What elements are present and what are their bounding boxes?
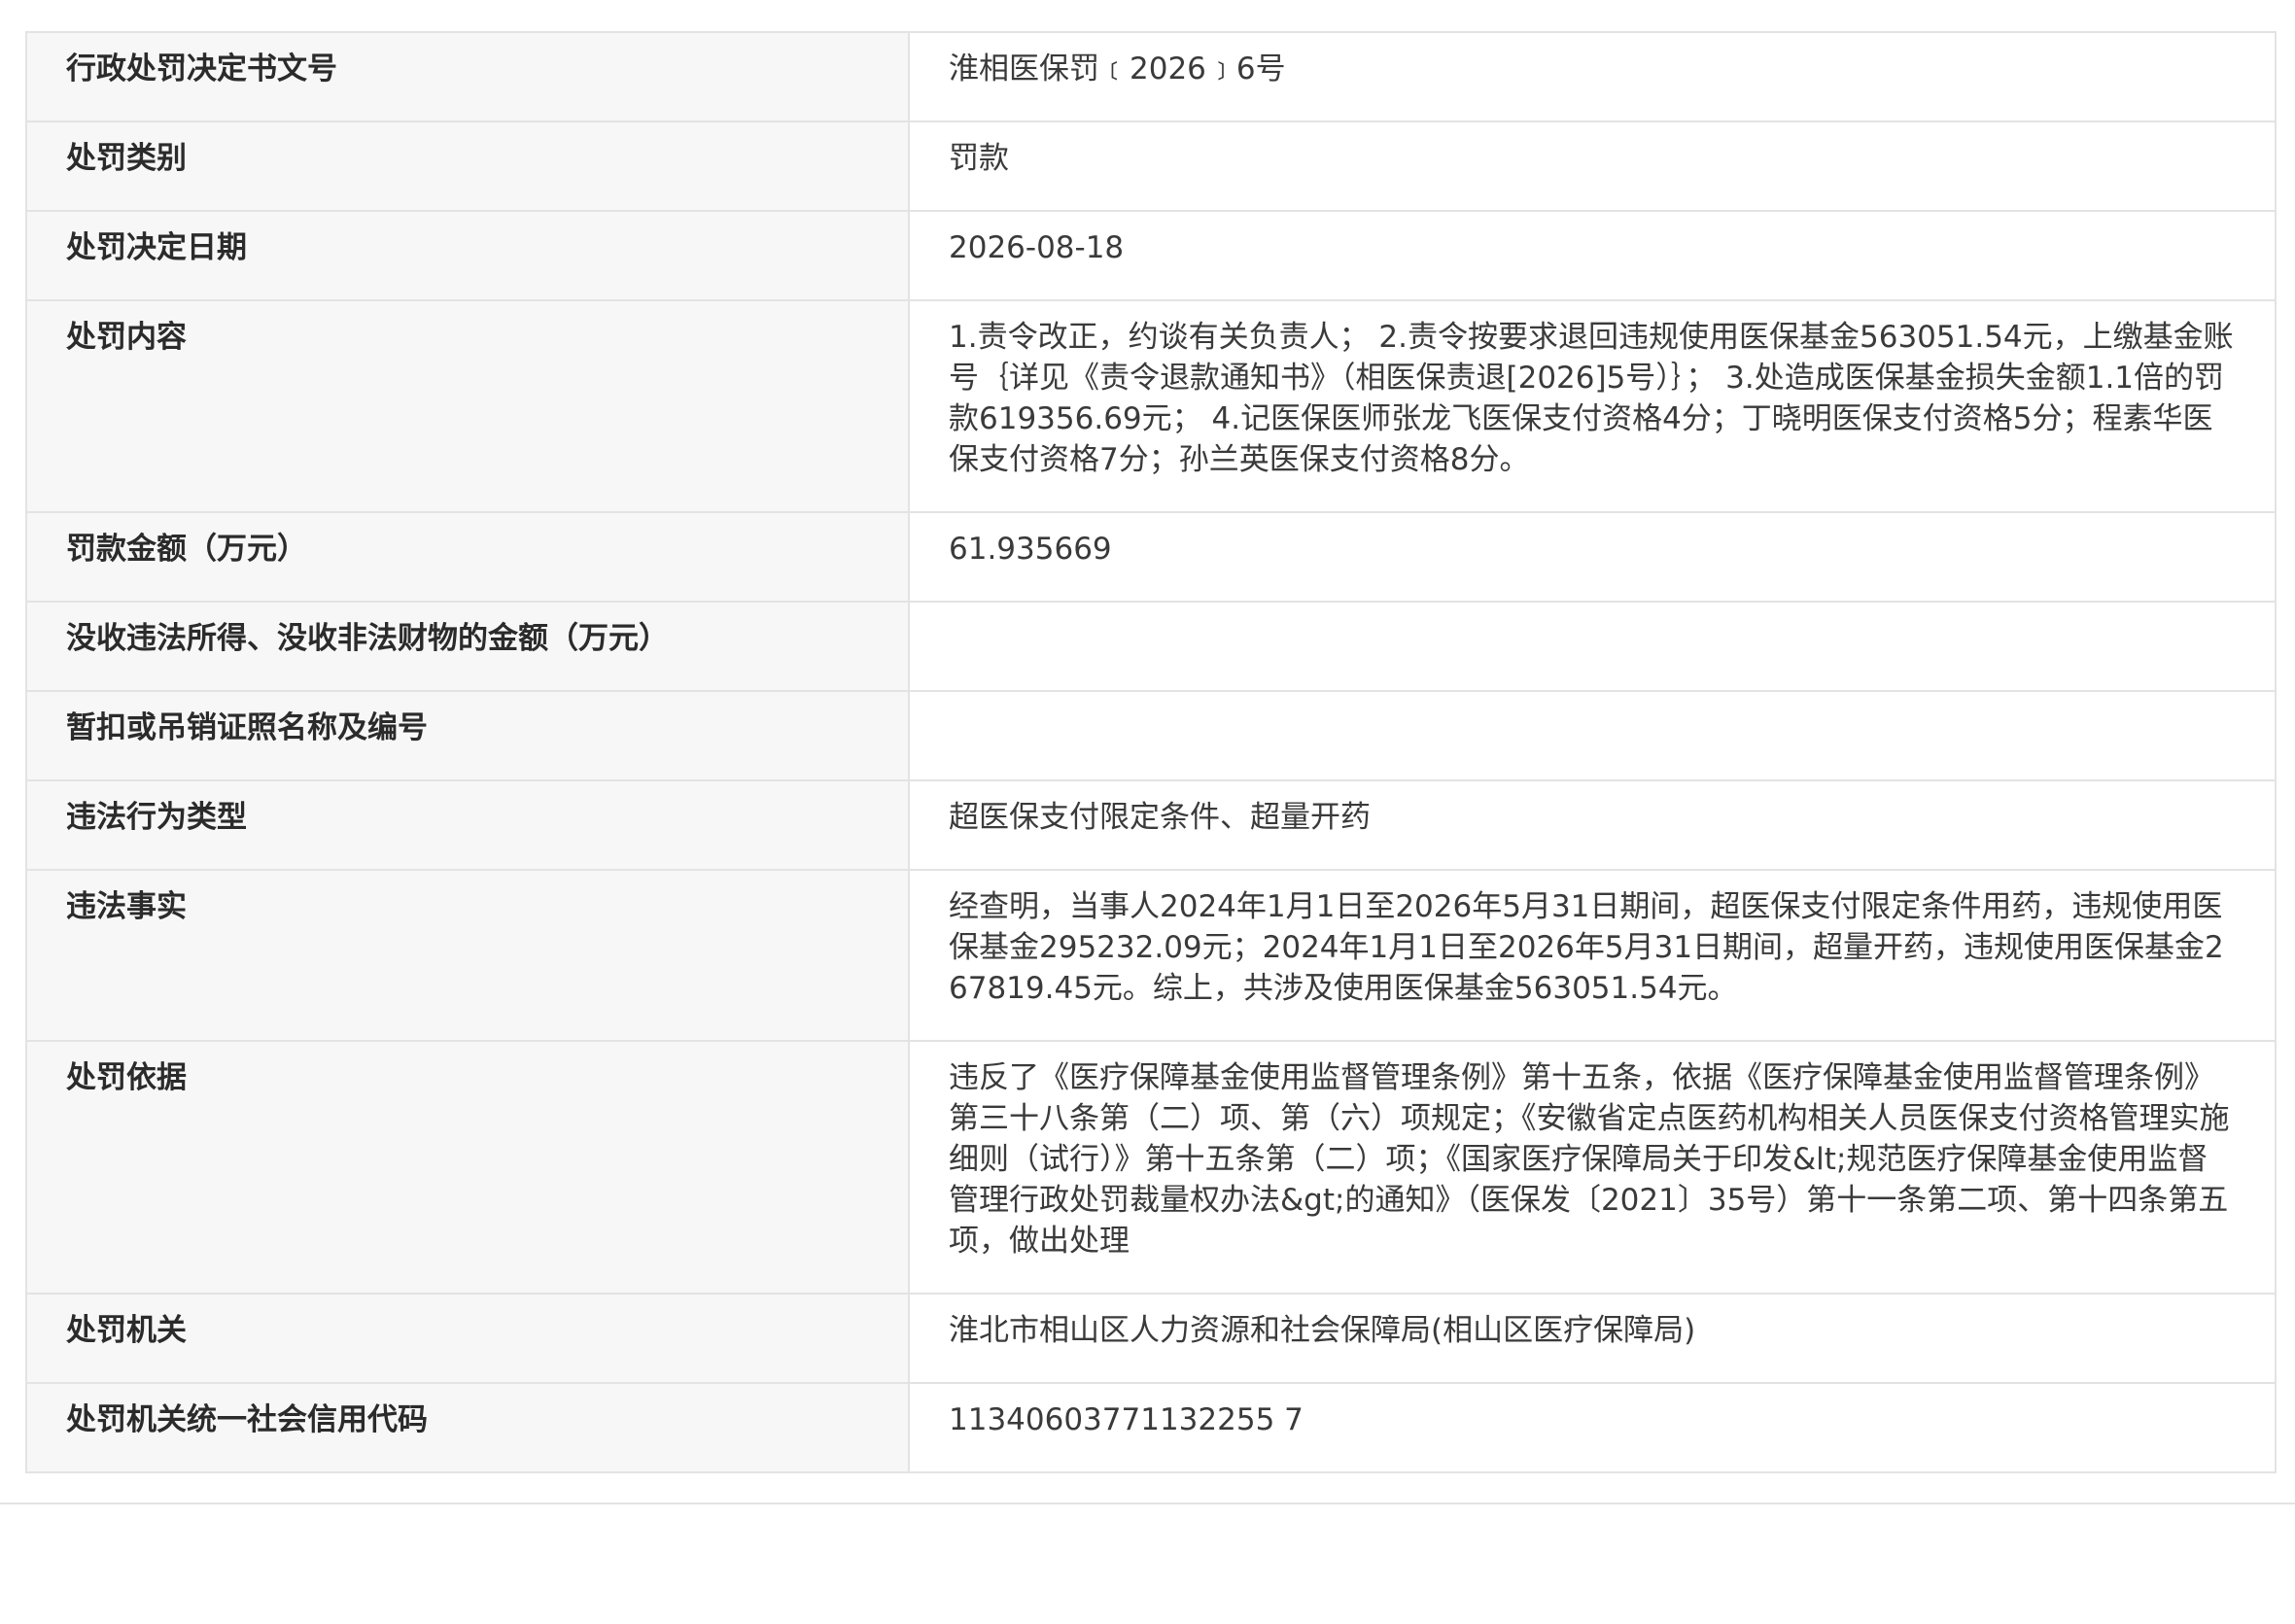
field-value: 11340603771132255 7 [908, 1382, 2277, 1473]
field-label: 罚款金额（万元） [25, 511, 910, 603]
table-row: 处罚机关统一社会信用代码 11340603771132255 7 [25, 1382, 2277, 1473]
field-value: 超医保支付限定条件、超量开药 [908, 779, 2277, 871]
table-row: 暂扣或吊销证照名称及编号 [25, 690, 2277, 781]
table-row: 罚款金额（万元） 61.935669 [25, 511, 2277, 603]
field-label: 行政处罚决定书文号 [25, 31, 910, 122]
field-label: 处罚类别 [25, 121, 910, 212]
field-value [908, 601, 2277, 692]
field-value: 违反了《医疗保障基金使用监督管理条例》第十五条，依据《医疗保障基金使用监督管理条… [908, 1040, 2277, 1295]
table-row: 处罚机关 淮北市相山区人力资源和社会保障局(相山区医疗保障局) [25, 1293, 2277, 1384]
table-row: 违法行为类型 超医保支付限定条件、超量开药 [25, 779, 2277, 871]
field-value: 罚款 [908, 121, 2277, 212]
field-value [908, 690, 2277, 781]
field-label: 处罚依据 [25, 1040, 910, 1295]
field-value: 淮相医保罚﹝2026﹞6号 [908, 31, 2277, 122]
penalty-detail: 行政处罚决定书文号 淮相医保罚﹝2026﹞6号 处罚类别 罚款 处罚决定日期 2… [25, 31, 2277, 1473]
field-label: 没收违法所得、没收非法财物的金额（万元） [25, 601, 910, 692]
table-row: 违法事实 经查明，当事人2024年1月1日至2026年5月31日期间，超医保支付… [25, 869, 2277, 1042]
bottom-divider [0, 1503, 2295, 1504]
field-label: 违法事实 [25, 869, 910, 1042]
table-row: 处罚内容 1.责令改正，约谈有关负责人； 2.责令按要求退回违规使用医保基金56… [25, 299, 2277, 513]
table-row: 没收违法所得、没收非法财物的金额（万元） [25, 601, 2277, 692]
field-label: 违法行为类型 [25, 779, 910, 871]
field-label: 暂扣或吊销证照名称及编号 [25, 690, 910, 781]
field-label: 处罚内容 [25, 299, 910, 513]
field-label: 处罚决定日期 [25, 210, 910, 301]
field-label: 处罚机关统一社会信用代码 [25, 1382, 910, 1473]
field-label: 处罚机关 [25, 1293, 910, 1384]
table-row: 处罚依据 违反了《医疗保障基金使用监督管理条例》第十五条，依据《医疗保障基金使用… [25, 1040, 2277, 1295]
field-value: 2026-08-18 [908, 210, 2277, 301]
table-row: 行政处罚决定书文号 淮相医保罚﹝2026﹞6号 [25, 31, 2277, 122]
field-value: 淮北市相山区人力资源和社会保障局(相山区医疗保障局) [908, 1293, 2277, 1384]
field-value: 61.935669 [908, 511, 2277, 603]
field-value: 1.责令改正，约谈有关负责人； 2.责令按要求退回违规使用医保基金563051.… [908, 299, 2277, 513]
table-row: 处罚决定日期 2026-08-18 [25, 210, 2277, 301]
table-row: 处罚类别 罚款 [25, 121, 2277, 212]
field-value: 经查明，当事人2024年1月1日至2026年5月31日期间，超医保支付限定条件用… [908, 869, 2277, 1042]
penalty-detail-table: 行政处罚决定书文号 淮相医保罚﹝2026﹞6号 处罚类别 罚款 处罚决定日期 2… [25, 31, 2277, 1473]
